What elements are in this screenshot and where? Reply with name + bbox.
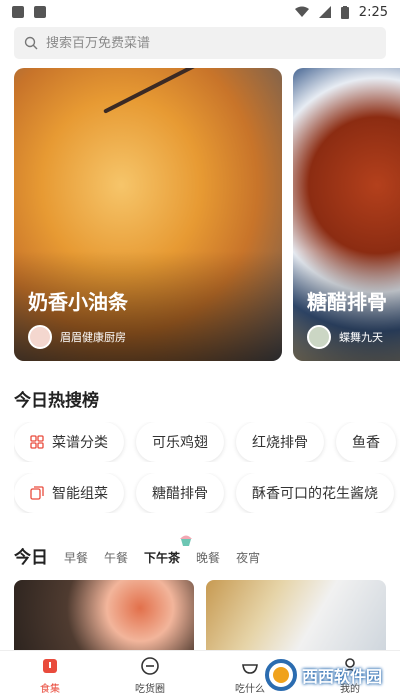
chat-icon: [141, 657, 159, 675]
nav-foodie-circle[interactable]: 吃货圈: [100, 651, 200, 700]
status-bar: 2:25: [0, 0, 400, 24]
tab-dinner[interactable]: 晚餐: [196, 549, 220, 568]
status-left: [12, 6, 46, 18]
chip-label: 酥香可口的花生酱烧: [252, 486, 378, 502]
cupcake-icon: [180, 535, 193, 546]
nav-label: 吃什么: [235, 684, 265, 695]
banner-carousel[interactable]: 奶香小油条 眉眉健康厨房 糖醋排骨 蝶舞九天: [14, 68, 400, 361]
bowl-icon: [242, 664, 258, 674]
chip-label: 菜谱分类: [52, 435, 108, 451]
chip-item[interactable]: 糖醋排骨: [136, 473, 224, 513]
tab-afternoon-tea[interactable]: 下午茶: [144, 535, 193, 568]
chip-item[interactable]: 酥香可口的花生酱烧: [236, 473, 394, 513]
grid-icon: [30, 435, 44, 449]
avatar: [28, 325, 52, 349]
nav-label: 食集: [40, 684, 60, 695]
chip-label: 糖醋排骨: [152, 486, 208, 502]
wifi-icon: [294, 6, 309, 17]
banner-card[interactable]: 糖醋排骨 蝶舞九天: [293, 68, 400, 361]
recipe-card[interactable]: [206, 580, 386, 650]
author-name: 眉眉健康厨房: [60, 331, 126, 344]
tabs-heading: 今日: [14, 548, 48, 568]
recipe-feed: [14, 580, 400, 650]
tab-lunch[interactable]: 午餐: [104, 549, 128, 568]
search-bar[interactable]: [14, 27, 386, 59]
chip-item[interactable]: 可乐鸡翅: [136, 422, 224, 462]
nav-label: 吃货圈: [135, 684, 165, 695]
tab-breakfast[interactable]: 早餐: [64, 549, 88, 568]
home-icon: [43, 659, 57, 673]
chip-smart-combo[interactable]: 智能组菜: [14, 473, 124, 513]
hot-chips-row: 菜谱分类 可乐鸡翅 红烧排骨 鱼香: [14, 422, 400, 462]
chopsticks-image: [103, 68, 266, 114]
banner-title: 奶香小油条: [28, 290, 128, 314]
hot-chips-row: 智能组菜 糖醋排骨 酥香可口的花生酱烧: [14, 473, 400, 513]
chip-item[interactable]: 红烧排骨: [236, 422, 324, 462]
banner-card[interactable]: 奶香小油条 眉眉健康厨房: [14, 68, 282, 361]
chip-label: 红烧排骨: [252, 435, 308, 451]
nav-home[interactable]: 食集: [0, 651, 100, 700]
tab-label: 下午茶: [144, 551, 181, 565]
hot-search-title: 今日热搜榜: [14, 391, 99, 411]
recipe-card[interactable]: [14, 580, 194, 650]
watermark: 西西软件园: [264, 658, 382, 692]
layers-icon: [30, 486, 44, 500]
meal-tabs: 今日 早餐 午餐 下午茶 晚餐 夜宵: [14, 535, 400, 568]
chip-item[interactable]: 鱼香: [336, 422, 396, 462]
banner-title: 糖醋排骨: [307, 290, 387, 314]
app-notification-icon: [34, 6, 46, 18]
search-icon: [24, 36, 38, 50]
battery-icon: [340, 5, 349, 19]
tab-late-night[interactable]: 夜宵: [236, 549, 260, 568]
chip-label: 鱼香: [352, 435, 380, 451]
avatar: [307, 325, 331, 349]
status-right: 2:25: [294, 4, 388, 20]
status-time: 2:25: [358, 4, 388, 20]
watermark-logo-icon: [264, 659, 297, 691]
chip-label: 可乐鸡翅: [152, 435, 208, 451]
chip-label: 智能组菜: [52, 486, 108, 502]
author-name: 蝶舞九天: [339, 331, 383, 344]
banner-author[interactable]: 眉眉健康厨房: [28, 325, 126, 349]
watermark-text: 西西软件园: [301, 667, 382, 686]
banner-author[interactable]: 蝶舞九天: [307, 325, 383, 349]
signal-icon: [318, 6, 331, 18]
image-notification-icon: [12, 6, 24, 18]
chip-category[interactable]: 菜谱分类: [14, 422, 124, 462]
search-input[interactable]: [46, 35, 366, 51]
